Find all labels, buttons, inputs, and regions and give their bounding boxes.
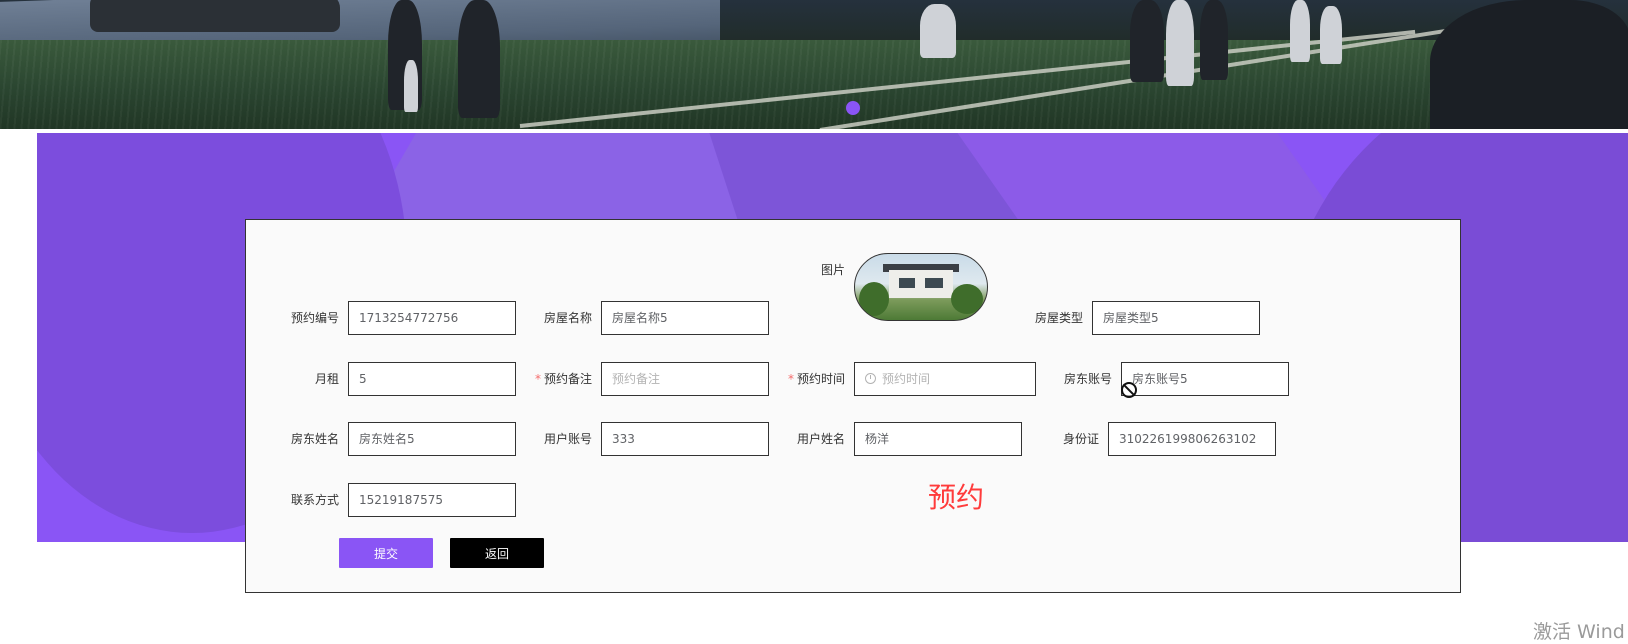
booking-note-input[interactable]: 预约备注 [601, 362, 769, 396]
landlord-account-label: 房东账号 [1063, 372, 1112, 386]
user-account-label: 用户账号 [543, 432, 592, 446]
image-label: 图片 [821, 263, 846, 277]
contact-input[interactable]: 15219187575 [348, 483, 516, 517]
banner-person [1290, 0, 1310, 62]
booking-number-input[interactable]: 1713254772756 [348, 301, 516, 335]
house-image-window [899, 278, 915, 288]
submit-button[interactable]: 提交 [339, 538, 433, 568]
banner-lawn [0, 40, 1628, 129]
hero-banner-image [0, 0, 1628, 129]
house-image [854, 253, 988, 321]
form-title: 预约 [928, 481, 985, 514]
booking-time-label-text: 预约时间 [796, 372, 845, 386]
banner-person [1320, 6, 1342, 64]
user-name-label: 用户姓名 [796, 432, 845, 446]
carousel-dot[interactable] [846, 101, 860, 115]
user-name-input[interactable]: 杨洋 [854, 422, 1022, 456]
landlord-name-input[interactable]: 房东姓名5 [348, 422, 516, 456]
monthly-rent-input[interactable]: 5 [348, 362, 516, 396]
booking-time-picker[interactable]: 预约时间 [854, 362, 1036, 396]
banner-person [1200, 0, 1228, 80]
booking-number-label: 预约编号 [290, 311, 339, 325]
booking-note-label-text: 预约备注 [543, 372, 592, 386]
landlord-name-label: 房东姓名 [290, 432, 339, 446]
banner-person [1130, 0, 1164, 82]
contact-label: 联系方式 [290, 493, 339, 507]
required-mark: * [787, 372, 794, 386]
house-name-label: 房屋名称 [543, 311, 592, 325]
landlord-account-input[interactable]: 房东账号5 [1121, 362, 1289, 396]
booking-form-panel [245, 219, 1461, 593]
banner-car [90, 0, 340, 32]
id-card-input[interactable]: 310226199806263102 [1108, 422, 1276, 456]
booking-time-placeholder: 预约时间 [882, 372, 931, 386]
banner-person [920, 4, 956, 58]
not-allowed-cursor-icon [1121, 382, 1137, 398]
house-image-window [925, 278, 943, 288]
id-card-label: 身份证 [1062, 432, 1099, 446]
user-account-input[interactable]: 333 [601, 422, 769, 456]
banner-person [1430, 0, 1628, 129]
monthly-rent-label: 月租 [314, 372, 339, 386]
booking-note-label: * 预约备注 [535, 362, 601, 396]
booking-time-label: * 预约时间 [788, 362, 854, 396]
back-button[interactable]: 返回 [450, 538, 544, 568]
banner-person [458, 0, 500, 118]
clock-icon [865, 373, 876, 384]
house-image-tree [951, 284, 983, 314]
house-name-input[interactable]: 房屋名称5 [601, 301, 769, 335]
banner-person [404, 60, 418, 112]
house-type-input[interactable]: 房屋类型5 [1092, 301, 1260, 335]
house-type-label: 房屋类型 [1034, 311, 1083, 325]
banner-person [1166, 0, 1194, 86]
house-image-tree [859, 282, 889, 316]
required-mark: * [534, 372, 541, 386]
